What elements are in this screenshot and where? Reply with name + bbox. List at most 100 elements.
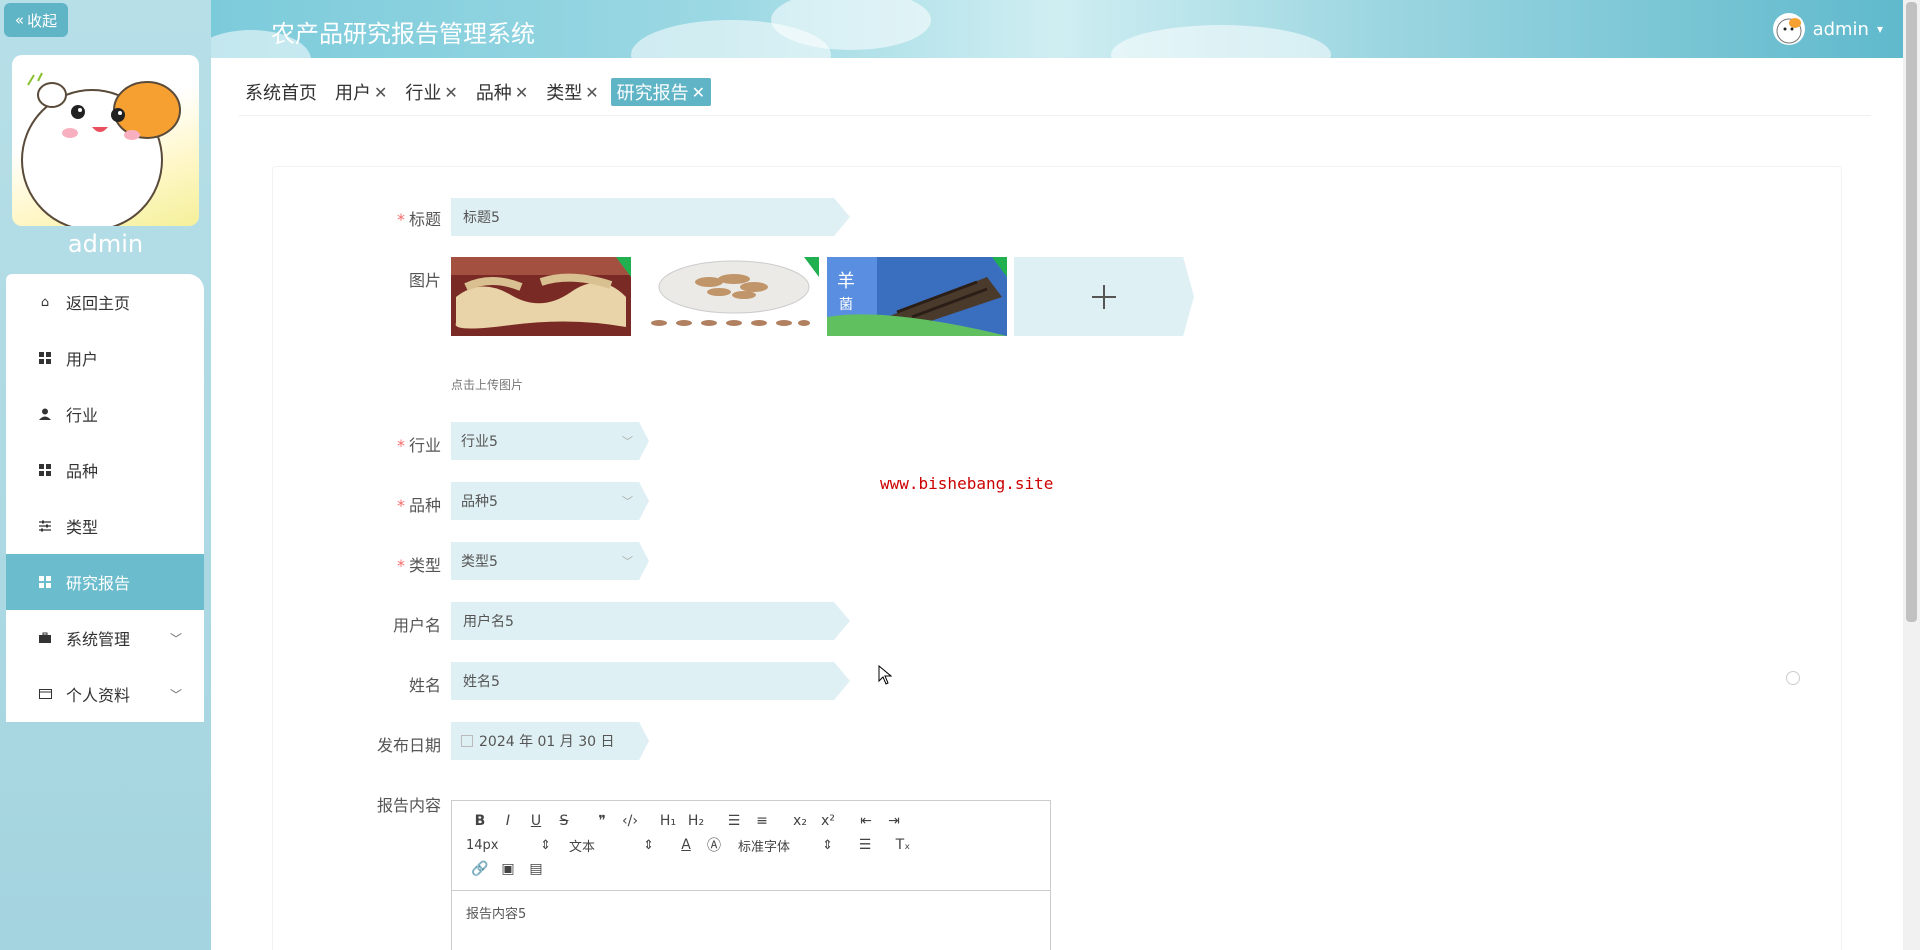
publish-date-label: 发布日期 (376, 736, 441, 755)
title-input[interactable]: 标题5 (451, 198, 850, 236)
tab-label: 类型 (546, 83, 583, 104)
chevron-down-icon: ▾ (1876, 22, 1883, 36)
clear-format-icon[interactable]: Tₓ (889, 835, 917, 855)
scrollbar-thumb[interactable] (1906, 2, 1917, 622)
sidebar-item-label: 品种 (66, 462, 99, 481)
link-icon[interactable]: 🔗 (466, 859, 494, 879)
bullet-list-icon[interactable]: ≡ (748, 811, 776, 831)
sidebar-menu: ⌂ 返回主页 用户 行业 品种 类型 研究报告 系统管理 ﹀ 个人资料 ﹀ (6, 274, 204, 722)
sidebar-item-industry[interactable]: 行业 (6, 386, 204, 442)
sidebar-item-report[interactable]: 研究报告 (6, 554, 204, 610)
paragraph-select[interactable]: 文本 ⇕ (569, 836, 654, 855)
mouse-cursor-icon (878, 664, 893, 689)
type-select[interactable]: 类型5 ﹀ (451, 542, 649, 580)
close-icon[interactable]: ✕ (374, 83, 387, 102)
sidebar-item-label: 返回主页 (66, 294, 131, 313)
bold-icon[interactable]: B (466, 811, 494, 831)
tab-label: 系统首页 (245, 83, 317, 104)
heading2-icon[interactable]: H₂ (682, 811, 710, 831)
top-header: 农产品研究报告管理系统 admin ▾ (211, 0, 1903, 58)
close-icon[interactable]: ✕ (585, 83, 598, 102)
align-icon[interactable]: ☰ (851, 835, 879, 855)
svg-text:菌: 菌 (839, 297, 853, 313)
editor-content[interactable]: 报告内容5 (452, 891, 1050, 934)
background-color-icon[interactable]: Ⓐ (700, 835, 728, 855)
strikethrough-icon[interactable]: S (550, 811, 578, 831)
content-label: 报告内容 (376, 796, 441, 815)
sidebar-item-home[interactable]: ⌂ 返回主页 (6, 274, 204, 330)
sliders-icon (38, 519, 52, 533)
chevron-down-icon: ﹀ (622, 435, 633, 448)
tab-report[interactable]: 研究报告 ✕ (610, 78, 712, 106)
tab-variety[interactable]: 品种 ✕ (469, 78, 535, 106)
svg-text:羊: 羊 (837, 271, 855, 292)
images-label: 图片 (408, 271, 441, 290)
username-value: 用户名5 (463, 614, 514, 630)
tab-type[interactable]: 类型 ✕ (540, 78, 605, 106)
user-menu[interactable]: admin ▾ (1772, 13, 1883, 45)
video-icon[interactable]: ▤ (522, 859, 550, 879)
plus-icon (1092, 284, 1116, 309)
close-icon[interactable]: ✕ (692, 83, 705, 102)
image-upload-button[interactable] (1014, 257, 1194, 336)
card-icon (38, 687, 52, 701)
sidebar-item-type[interactable]: 类型 (6, 498, 204, 554)
chevron-down-icon: ﹀ (622, 495, 633, 508)
name-value: 姓名5 (463, 674, 500, 690)
publish-date-picker[interactable]: 2024 年 01 月 30 日 (451, 722, 649, 760)
font-family-select[interactable]: 标准字体 ⇕ (738, 836, 833, 855)
italic-icon[interactable]: I (494, 811, 522, 831)
double-chevron-left-icon: « (14, 11, 25, 29)
name-input[interactable]: 姓名5 (451, 662, 850, 700)
tab-bar: 系统首页 用户 ✕ 行业 ✕ 品种 ✕ 类型 ✕ 研究报告 ✕ (239, 78, 712, 108)
username-input[interactable]: 用户名5 (451, 602, 850, 640)
heading1-icon[interactable]: H₁ (654, 811, 682, 831)
sidebar-item-label: 类型 (66, 518, 99, 537)
app-title: 农产品研究报告管理系统 (271, 20, 535, 48)
tab-home[interactable]: 系统首页 (239, 78, 323, 106)
sidebar-item-label: 行业 (66, 406, 99, 425)
image-thumbnail-ginger[interactable] (451, 257, 631, 336)
code-icon[interactable]: ‹/› (616, 811, 644, 831)
font-size-select[interactable]: 14px ⇕ (466, 838, 551, 853)
tab-industry[interactable]: 行业 ✕ (399, 78, 464, 106)
image-icon[interactable]: ▣ (494, 859, 522, 879)
tab-label: 行业 (405, 83, 442, 104)
settings-icon[interactable] (1786, 671, 1800, 685)
collapse-label: 收起 (27, 11, 58, 30)
indent-icon[interactable]: ⇥ (880, 811, 908, 831)
industry-select[interactable]: 行业5 ﹀ (451, 422, 649, 460)
updown-icon: ⇕ (643, 837, 654, 853)
publish-date-value: 2024 年 01 月 30 日 (479, 734, 615, 750)
upload-hint: 点击上传图片 (451, 378, 524, 392)
ordered-list-icon[interactable]: ☰ (720, 811, 748, 831)
updown-icon: ⇕ (822, 837, 833, 853)
superscript-icon[interactable]: x² (814, 811, 842, 831)
chevron-down-icon: ﹀ (169, 688, 182, 702)
sidebar-item-users[interactable]: 用户 (6, 330, 204, 386)
variety-select[interactable]: 品种5 ﹀ (451, 482, 649, 520)
image-thumbnail-morel[interactable]: 羊 菌 (827, 257, 1007, 336)
page-scrollbar[interactable] (1903, 0, 1920, 950)
font-color-icon[interactable]: A (672, 835, 700, 855)
underline-icon[interactable]: U (522, 811, 550, 831)
username-label: 用户名 (392, 616, 441, 635)
blockquote-icon[interactable]: ❞ (588, 811, 616, 831)
chevron-down-icon: ﹀ (622, 555, 633, 568)
title-label: * 标题 (396, 210, 441, 229)
subscript-icon[interactable]: x₂ (786, 811, 814, 831)
sidebar-avatar (12, 55, 199, 226)
sidebar-item-system[interactable]: 系统管理 ﹀ (6, 610, 204, 666)
grid-icon (38, 351, 52, 365)
image-thumbnail-dried[interactable] (639, 257, 819, 336)
sidebar-item-variety[interactable]: 品种 (6, 442, 204, 498)
user-icon (38, 407, 52, 421)
sidebar-item-profile[interactable]: 个人资料 ﹀ (6, 666, 204, 722)
tab-users[interactable]: 用户 ✕ (329, 78, 394, 106)
title-value: 标题5 (463, 210, 500, 226)
outdent-icon[interactable]: ⇤ (852, 811, 880, 831)
collapse-button[interactable]: « 收起 (4, 3, 68, 37)
watermark-text: www.bishebang.site (880, 474, 1054, 493)
close-icon[interactable]: ✕ (515, 83, 528, 102)
close-icon[interactable]: ✕ (444, 83, 457, 102)
